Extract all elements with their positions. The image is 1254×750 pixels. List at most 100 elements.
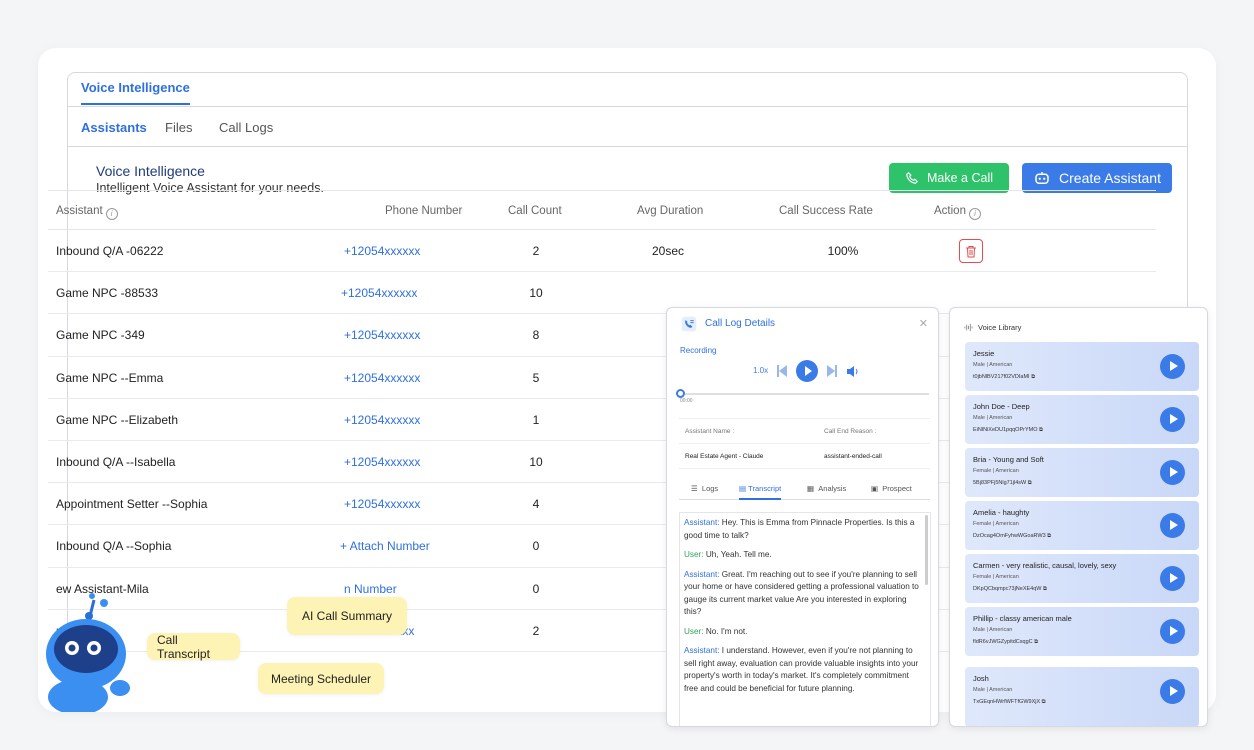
create-assistant-label: Create Assistant [1059,170,1161,186]
transcript-text: Hey. This is Emma from Pinnacle Properti… [684,518,915,540]
phone-number-link[interactable]: +12054xxxxxx [344,413,420,427]
table-row[interactable]: Inbound Q/A -06222 +12054xxxxxx 2 20sec 100% [48,230,1156,273]
call-count: 5 [532,370,540,385]
voice-meta: Male | American [973,687,1013,693]
transcript-line: Assistant: I understand. However, even i… [684,645,922,695]
voice-name: Amelia - haughty [973,508,1030,517]
ai-call-summary-bubble: AI Call Summary [287,597,407,635]
meeting-scheduler-bubble: Meeting Scheduler [258,663,384,694]
make-call-button[interactable]: Make a Call [889,163,1009,193]
tab-analysis[interactable]: ▦ Analysis [807,484,846,493]
speaker-label: Assistant: [684,518,720,527]
call-count: 2 [532,623,540,638]
transcript-box[interactable]: Assistant: Hey. This is Emma from Pinnac… [679,512,931,726]
skip-forward-icon[interactable] [827,365,837,377]
voice-play-button[interactable] [1160,679,1185,704]
speaker-label: User: [684,550,704,559]
voice-card[interactable]: Carmen - very realistic, causal, lovely,… [965,554,1199,603]
voice-card[interactable]: Phillip - classy american male Male | Ame… [965,607,1199,656]
page-title: Voice Intelligence [96,163,205,179]
col-phone: Phone Number [385,205,463,217]
audio-wave-icon [964,323,973,332]
call-log-panel: Call Log Details ✕ Recording 1.0x 00:00 … [666,307,939,727]
copy-icon[interactable]: ⧉ [1043,586,1047,592]
call-count: 0 [532,539,540,554]
speaker-label: Assistant: [684,646,720,655]
voice-meta: Female | American [973,574,1019,580]
call-count: 4 [532,497,540,512]
phone-number-link[interactable]: + Attach Number [340,539,430,553]
voice-card[interactable]: John Doe - Deep Male | American EiNlNiXeDU… [965,395,1199,444]
tab-transcript[interactable]: ▤ Transcript [739,484,782,500]
copy-icon[interactable]: ⧉ [1034,639,1038,645]
copy-icon[interactable]: ⧉ [1042,699,1046,705]
speed-selector[interactable]: 1.0x [753,366,768,375]
volume-icon[interactable] [847,366,859,377]
copy-icon[interactable]: ⧉ [1031,374,1035,380]
top-tab-voice-intelligence[interactable]: Voice Intelligence [81,80,190,105]
voice-play-button[interactable] [1160,354,1185,379]
voice-card[interactable]: Amelia - haughty Female | American DzOcag4… [965,501,1199,550]
voice-card[interactable]: Jessie Male | American t0jbNlBV217f02VDIaM… [965,342,1199,391]
transcript-text: Uh, Yeah. Tell me. [703,550,772,559]
call-count: 0 [532,581,540,596]
close-icon[interactable]: ✕ [919,317,928,330]
tab-files[interactable]: Files [165,120,192,135]
col-success-rate: Call Success Rate [779,205,873,217]
tab-call-logs[interactable]: Call Logs [219,120,273,135]
make-call-label: Make a Call [927,171,993,185]
avg-duration: 20sec [652,244,685,258]
phone-number-link[interactable]: +12054xxxxxx [344,244,420,258]
phone-number-link[interactable]: +12054xxxxxx [344,328,420,342]
info-icon[interactable]: i [968,207,981,220]
voice-meta: Female | American [973,521,1019,527]
assistant-name-label: Assistant Name : [685,428,735,435]
call-details-grid: Assistant Name : Call End Reason : Real E… [679,418,930,469]
assistant-name-value: Real Estate Agent - Claude [685,453,764,460]
phone-number-link[interactable]: +12054xxxxxx [344,371,420,385]
phone-number-link[interactable]: +12054xxxxxx [344,497,420,511]
col-assistant: Assistant i [56,205,118,220]
voice-play-button[interactable] [1160,513,1185,538]
copy-icon[interactable]: ⧉ [1039,427,1043,433]
voice-meta: Female | American [973,468,1019,474]
call-count: 2 [532,244,540,258]
voice-play-button[interactable] [1160,566,1185,591]
voice-meta: Male | American [973,627,1013,633]
play-button[interactable] [796,360,818,382]
phone-number-link[interactable]: n Number [344,582,397,596]
voice-name: Josh [973,674,989,683]
tab-prospect[interactable]: ▣ Prospect [871,484,912,493]
voice-card[interactable]: Josh Male | American TxGEqnHWrfWFTfGW9XjX … [965,667,1199,726]
transcript-line: Assistant: Great. I'm reaching out to se… [684,569,922,619]
transcript-text: Great. I'm reaching out to see if you're… [684,569,919,617]
scrollbar[interactable] [925,515,928,585]
phone-number-link[interactable]: +12054xxxxxx [341,286,417,300]
voice-play-button[interactable] [1160,407,1185,432]
end-reason-value: assistant-ended-call [824,453,882,460]
assistant-name: Inbound Q/A --Sophia [56,539,172,554]
voice-card[interactable]: Bria - Young and Soft Female | American 5B… [965,448,1199,497]
assistant-name: Inbound Q/A --Isabella [56,454,176,469]
voice-id: EiNlNiXeDU1pqqOPrYMO ⧉ [973,427,1043,433]
recording-label: Recording [680,346,717,355]
transcript-text: I understand. However, even if you're no… [684,646,919,693]
skip-back-icon[interactable] [777,365,787,377]
voice-id: TxGEqnHWrfWFTfGW9XjX ⧉ [973,699,1046,705]
copy-icon[interactable]: ⧉ [1047,533,1051,539]
phone-number-link[interactable]: +12054xxxxxx [344,455,420,469]
voice-play-button[interactable] [1160,460,1185,485]
progress-track[interactable] [679,393,929,395]
tab-assistants[interactable]: Assistants [81,120,147,135]
tab-logs[interactable]: ☰ Logs [691,484,718,493]
assistant-name: Game NPC --Emma [56,370,164,385]
voice-play-button[interactable] [1160,619,1185,644]
voice-id: 5Bj83PFj5Nlg71jl4sW ⧉ [973,480,1032,486]
voice-name: Jessie [973,349,995,358]
delete-button[interactable] [959,239,983,263]
trash-icon [966,245,976,257]
copy-icon[interactable]: ⧉ [1028,480,1032,486]
create-assistant-button[interactable]: Create Assistant [1022,163,1172,193]
info-icon[interactable]: i [105,207,118,220]
progress-handle[interactable] [676,389,685,398]
